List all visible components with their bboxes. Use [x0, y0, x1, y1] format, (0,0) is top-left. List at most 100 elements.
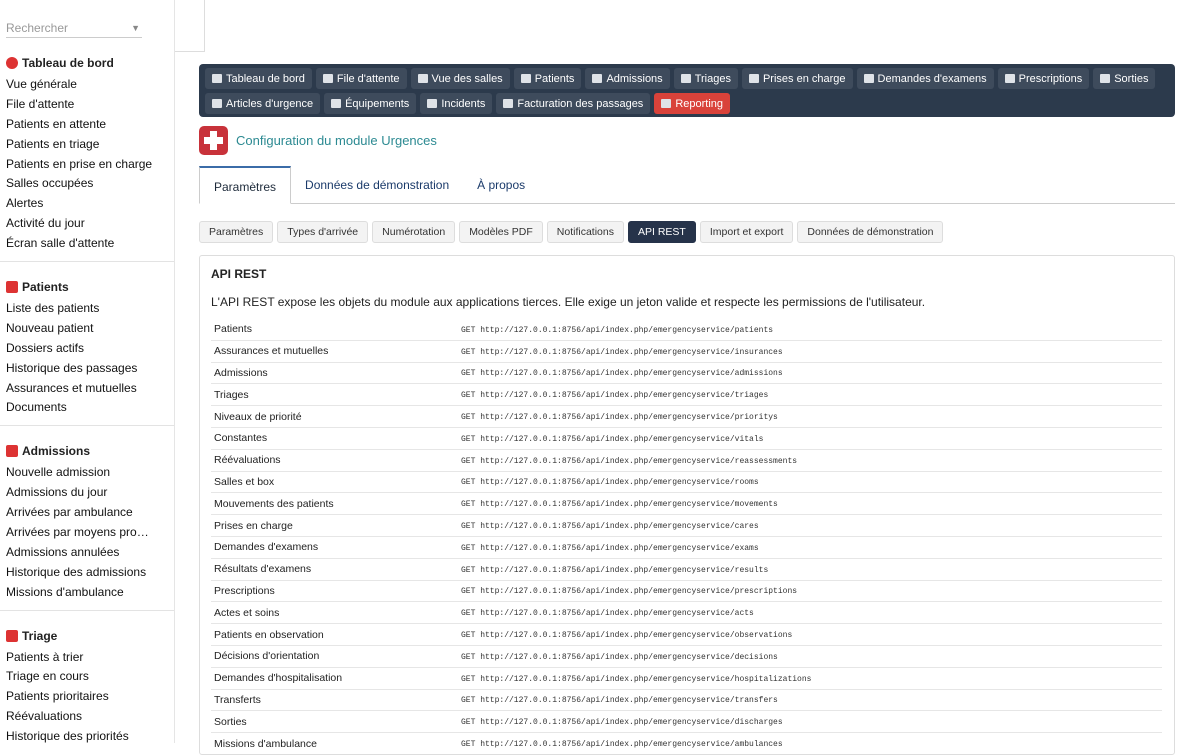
menu-button[interactable]: Admissions	[585, 68, 670, 89]
menu-button[interactable]: Triages	[673, 68, 738, 89]
table-row: Triages GET http://127.0.0.1:8756/api/ind…	[211, 384, 1162, 407]
tab[interactable]: À propos	[463, 166, 539, 204]
menu-button[interactable]: Vue des salles	[410, 68, 510, 89]
sidebar-item[interactable]: Historique des admissions	[6, 563, 168, 583]
sidebar-item[interactable]: Alertes	[6, 194, 168, 214]
sidebar-section-label: Admissions	[22, 444, 91, 459]
sidebar-section-title[interactable]: Admissions	[6, 442, 174, 460]
menu-button[interactable]: File d'attente	[315, 68, 407, 89]
subtab-button[interactable]: Notifications	[546, 221, 624, 243]
sidebar-item[interactable]: Liste des patients	[6, 299, 168, 319]
endpoint-name: Constantes	[214, 432, 268, 445]
menu-button[interactable]: Reporting	[654, 93, 731, 114]
sidebar-item[interactable]: Documents	[6, 398, 168, 418]
endpoint-name: Mouvements des patients	[214, 497, 334, 510]
subtab-button[interactable]: Types d'arrivée	[277, 221, 369, 243]
sidebar-section-label: Patients	[22, 280, 69, 295]
sidebar-item[interactable]: Patients prioritaires	[6, 687, 168, 707]
id-card-icon	[6, 281, 18, 294]
menu-button[interactable]: Incidents	[420, 93, 493, 114]
menu-button[interactable]: Articles d'urgence	[205, 93, 321, 114]
endpoint-name: Décisions d'orientation	[214, 650, 320, 663]
subtab-button[interactable]: Paramètres	[199, 221, 274, 243]
menu-button-label: Vue des salles	[431, 72, 503, 85]
menu-button[interactable]: Prescriptions	[997, 68, 1090, 89]
sidebar-item[interactable]: Nouvelle admission	[6, 463, 168, 483]
table-row: Actes et soins GET http://127.0.0.1:8756/…	[211, 602, 1162, 625]
endpoint-name: Prises en charge	[214, 519, 293, 532]
subtab-button[interactable]: Import et export	[699, 221, 794, 243]
sidebar-item[interactable]: Réévaluations	[6, 707, 168, 727]
sidebar-section-title[interactable]: Tableau de bord	[6, 54, 174, 72]
sidebar-item[interactable]: Dossiers actifs	[6, 339, 168, 359]
menu-button-label: Sorties	[1114, 72, 1149, 85]
endpoint-url: GET http://127.0.0.1:8756/api/index.php/…	[461, 325, 774, 335]
module-menubar: Tableau de bord File d'attente Vue des sal…	[199, 64, 1175, 117]
endpoint-url: GET http://127.0.0.1:8756/api/index.php/…	[461, 456, 798, 466]
sidebar-item[interactable]: Patients en triage	[6, 135, 168, 155]
endpoint-name: Missions d'ambulance	[214, 737, 317, 750]
clipboard-icon	[680, 74, 691, 83]
subtab-button[interactable]: API REST	[628, 221, 696, 243]
menu-button[interactable]: Sorties	[1093, 68, 1156, 89]
sidebar-item[interactable]: Patients à trier	[6, 648, 168, 668]
sidebar-item[interactable]: Missions d'ambulance	[6, 583, 168, 603]
sidebar-item[interactable]: Arrivées par ambulance	[6, 503, 168, 523]
endpoint-name: Demandes d'hospitalisation	[214, 672, 343, 685]
sidebar-item[interactable]: Écran salle d'attente	[6, 234, 168, 254]
sidebar-section-label: Tableau de bord	[22, 56, 114, 70]
menu-button[interactable]: Facturation des passages	[496, 93, 651, 114]
user-md-icon	[748, 74, 759, 83]
menu-button[interactable]: Patients	[513, 68, 582, 89]
endpoint-url: GET http://127.0.0.1:8756/api/index.php/…	[461, 434, 764, 444]
sitemap-icon	[212, 99, 222, 108]
sidebar-item[interactable]: Patients en attente	[6, 115, 168, 135]
table-row: Transferts GET http://127.0.0.1:8756/api/…	[211, 690, 1162, 712]
menu-button[interactable]: Équipements	[324, 93, 417, 114]
sidebar-section-title[interactable]: Patients	[6, 278, 174, 296]
sidebar-item[interactable]: Triage en cours	[6, 667, 168, 687]
page-title: Configuration du module Urgences	[236, 133, 437, 148]
sidebar-item[interactable]: Admissions du jour	[6, 483, 168, 503]
subtab-button[interactable]: Modèles PDF	[459, 221, 543, 243]
subtab-button[interactable]: Données de démonstration	[797, 221, 944, 243]
endpoint-name: Transferts	[214, 693, 261, 706]
sidebar-item[interactable]: Patients en prise en charge	[6, 155, 168, 175]
endpoint-name: Assurances et mutuelles	[214, 345, 329, 358]
menu-button[interactable]: Tableau de bord	[205, 68, 312, 89]
table-row: Constantes GET http://127.0.0.1:8756/api/…	[211, 428, 1162, 450]
menu-button-label: Demandes d'examens	[877, 72, 987, 85]
endpoint-url: GET http://127.0.0.1:8756/api/index.php/…	[461, 413, 778, 423]
table-row: Admissions GET http://127.0.0.1:8756/api/…	[211, 363, 1162, 385]
flask-icon	[863, 74, 874, 83]
sidebar-item[interactable]: Activité du jour	[6, 214, 168, 234]
table-row: Réévaluations GET http://127.0.0.1:8756/a…	[211, 450, 1162, 472]
sidebar-item[interactable]: Vue générale	[6, 75, 168, 95]
endpoint-name: Salles et box	[214, 475, 275, 488]
dashboard-icon	[6, 57, 18, 69]
sidebar-item[interactable]: Assurances et mutuelles	[6, 379, 168, 399]
table-row: Sorties GET http://127.0.0.1:8756/api/ind…	[211, 711, 1162, 734]
menu-button[interactable]: Prises en charge	[741, 68, 853, 89]
list-icon	[322, 74, 333, 83]
api-panel: API REST L'API REST expose les objets du…	[199, 255, 1175, 755]
sidebar-section-title[interactable]: Triage	[6, 627, 174, 645]
menu-button[interactable]: Demandes d'examens	[856, 68, 994, 89]
sidebar-item[interactable]: File d'attente	[6, 95, 168, 115]
sidebar-item[interactable]: Historique des passages	[6, 359, 168, 379]
sidebar-item[interactable]: Historique des priorités	[6, 727, 168, 743]
sidebar-item-list: Nouvelle admission Admissions du jour Arri…	[6, 463, 174, 602]
subtab-button[interactable]: Numérotation	[372, 221, 456, 243]
sidebar-item[interactable]: Salles occupées	[6, 174, 168, 194]
endpoint-list: Patients GET http://127.0.0.1:8756/api/in…	[211, 319, 1162, 754]
search-select[interactable]: Rechercher ▼	[6, 18, 142, 38]
sidebar-item[interactable]: Nouveau patient	[6, 319, 168, 339]
sidebar-item[interactable]: Admissions annulées	[6, 543, 168, 563]
endpoint-url: GET http://127.0.0.1:8756/api/index.php/…	[461, 609, 754, 619]
sidebar-item[interactable]: Arrivées par moyens pro…	[6, 523, 168, 543]
table-row: Salles et box GET http://127.0.0.1:8756/a…	[211, 472, 1162, 494]
tab[interactable]: Paramètres	[199, 166, 292, 204]
endpoint-name: Admissions	[214, 366, 268, 379]
stethoscope-icon	[331, 99, 342, 108]
tab[interactable]: Données de démonstration	[291, 166, 463, 204]
